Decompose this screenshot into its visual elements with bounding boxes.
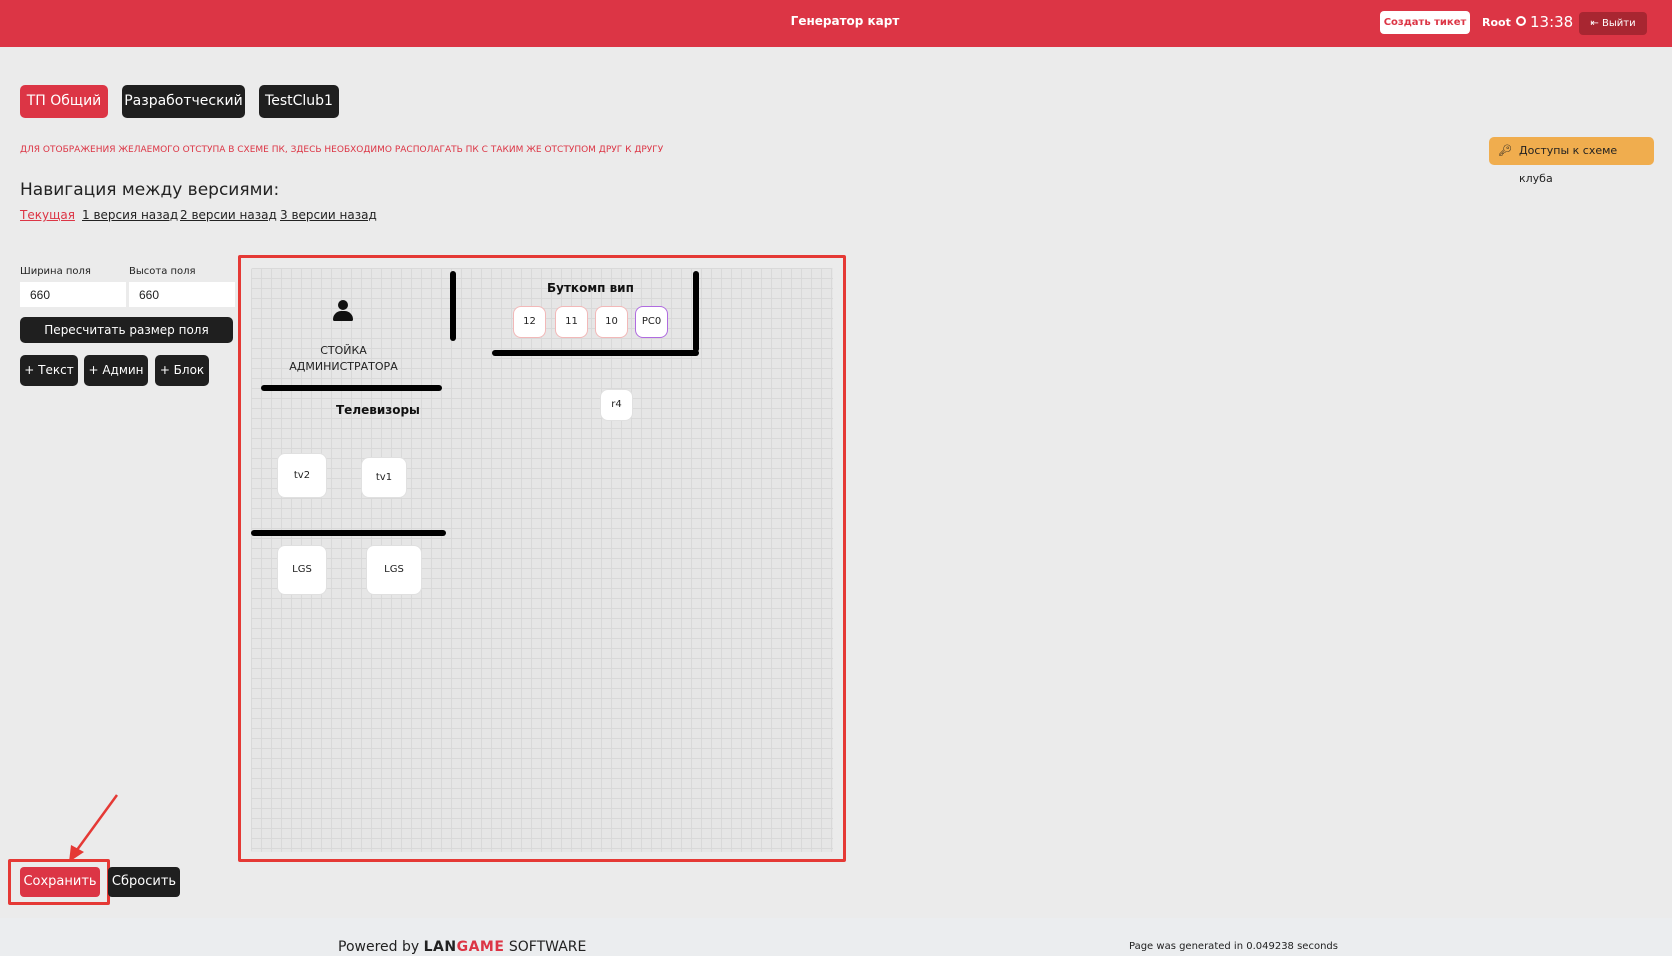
pc-11[interactable]: 11 — [555, 306, 588, 338]
software-label: SOFTWARE — [508, 939, 587, 955]
user-name: Root — [1482, 16, 1511, 29]
field-width-input[interactable] — [20, 282, 126, 307]
wall-segment[interactable] — [492, 350, 699, 356]
clock-icon — [1516, 16, 1526, 26]
logout-button[interactable]: ⇤ Выйти — [1579, 12, 1647, 35]
map-field[interactable]: СТОЙКА АДМИНИСТРАТОРА Буткомп вип Телеви… — [251, 268, 833, 852]
logout-icon: ⇤ — [1590, 18, 1599, 29]
clock-time: 13:38 — [1530, 13, 1574, 31]
lgs-2[interactable]: LGS — [366, 545, 422, 595]
pc-pc0[interactable]: PC0 — [635, 306, 668, 338]
wall-segment[interactable] — [450, 271, 456, 341]
warning-text: ДЛЯ ОТОБРАЖЕНИЯ ЖЕЛАЕМОГО ОТСТУПА В СХЕМ… — [20, 145, 664, 155]
admin-icon-body — [333, 311, 353, 321]
admin-person-icon[interactable] — [333, 300, 353, 322]
map-field-highlight: СТОЙКА АДМИНИСТРАТОРА Буткомп вип Телеви… — [238, 255, 846, 862]
recalculate-field-button[interactable]: Пересчитать размер поля — [20, 317, 233, 343]
add-text-button[interactable]: + Текст — [20, 355, 78, 386]
version-2-back-link[interactable]: 2 версии назад — [180, 208, 277, 222]
langame-logo: LANGAME — [423, 939, 505, 955]
footer — [0, 918, 1672, 956]
top-bar: Генератор карт Создать тикет Root 13:38 … — [0, 0, 1672, 47]
tab-tp-general[interactable]: ТП Общий — [20, 85, 108, 118]
powered-by-label: Powered by — [338, 939, 420, 955]
version-nav-title: Навигация между версиями: — [20, 180, 280, 200]
club-access-button[interactable]: 🔑︎ Доступы к схеме клуба — [1489, 137, 1654, 185]
annotation-arrow-icon — [69, 794, 119, 862]
wall-segment[interactable] — [261, 385, 442, 391]
pc-r4[interactable]: r4 — [600, 389, 633, 421]
admin-icon-head — [338, 300, 348, 310]
logout-label: Выйти — [1601, 18, 1636, 29]
pc-10[interactable]: 10 — [595, 306, 628, 338]
tab-testclub1[interactable]: TestClub1 — [259, 85, 339, 118]
version-1-back-link[interactable]: 1 версия назад — [82, 208, 178, 222]
wall-segment[interactable] — [693, 271, 699, 352]
tab-development[interactable]: Разработческий — [122, 85, 245, 118]
field-height-label: Высота поля — [129, 266, 196, 277]
add-admin-button[interactable]: + Админ — [84, 355, 148, 386]
club-access-label: Доступы к схеме клуба — [1519, 144, 1618, 185]
field-height-input[interactable] — [129, 282, 235, 307]
powered-by: Powered by LANGAME SOFTWARE — [338, 939, 586, 955]
lgs-1[interactable]: LGS — [277, 545, 327, 595]
create-ticket-button[interactable]: Создать тикет — [1380, 11, 1470, 34]
clock: 13:38 — [1516, 13, 1573, 31]
version-current-link[interactable]: Текущая — [20, 208, 75, 222]
tv-tv2[interactable]: tv2 — [277, 453, 327, 498]
wall-segment[interactable] — [251, 530, 446, 536]
add-block-button[interactable]: + Блок — [155, 355, 209, 386]
group-label-tv[interactable]: Телевизоры — [336, 403, 420, 417]
key-icon: 🔑︎ — [1498, 144, 1512, 157]
tv-tv1[interactable]: tv1 — [361, 457, 407, 498]
group-label-vip[interactable]: Буткомп вип — [547, 281, 634, 295]
reset-button[interactable]: Сбросить — [108, 867, 180, 897]
admin-desk-label: СТОЙКА АДМИНИСТРАТОРА — [289, 344, 398, 373]
save-button[interactable]: Сохранить — [20, 867, 100, 897]
field-width-label: Ширина поля — [20, 266, 91, 277]
page-generated-text: Page was generated in 0.049238 seconds — [1129, 941, 1338, 952]
pc-12[interactable]: 12 — [513, 306, 546, 338]
version-3-back-link[interactable]: 3 версии назад — [280, 208, 377, 222]
